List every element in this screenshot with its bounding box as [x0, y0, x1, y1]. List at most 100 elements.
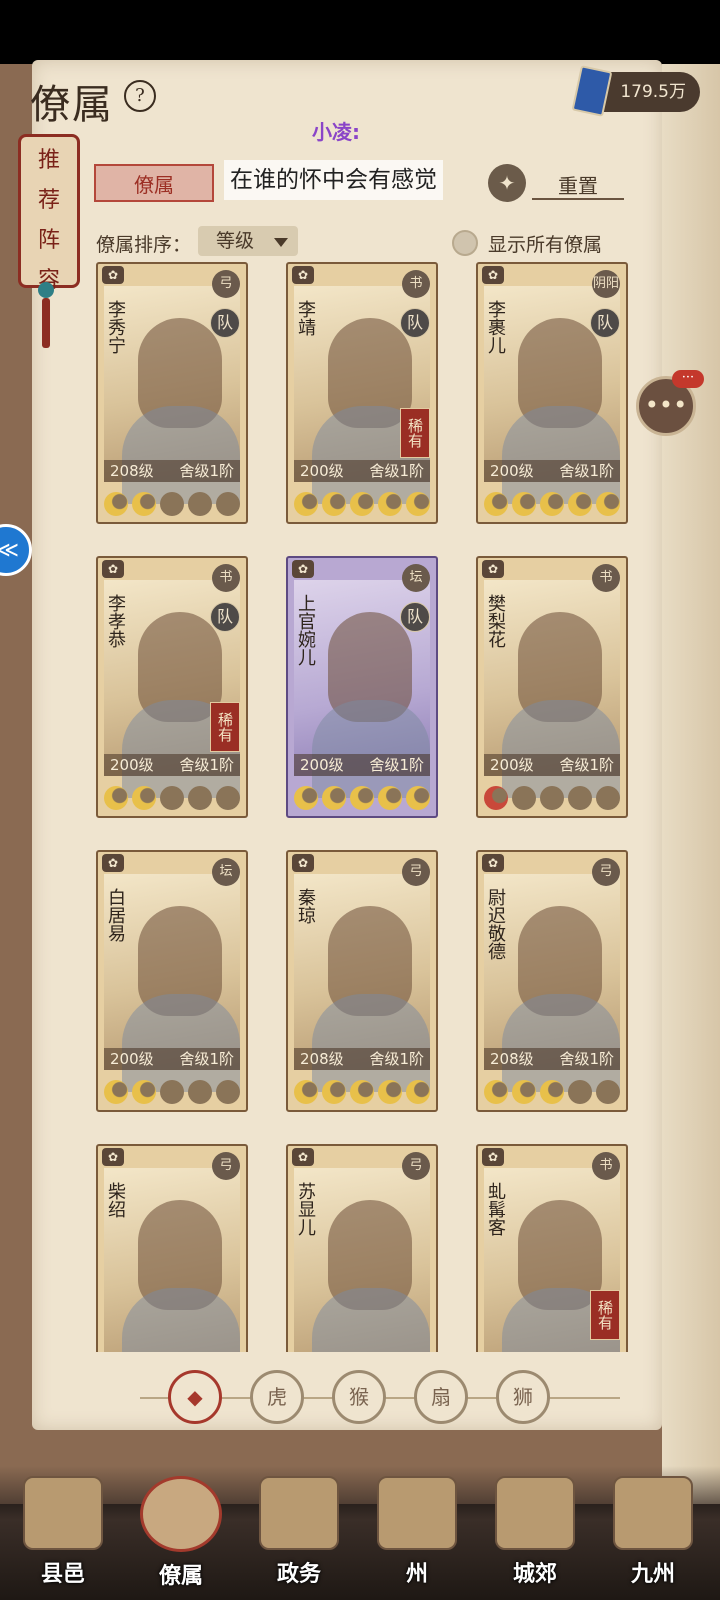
moon-icon [484, 492, 508, 516]
filter-button[interactable]: 虎 [250, 1370, 304, 1424]
retainer-grid: ✿ 弓队李秀宁 208级 舍级1阶 ✿ 书队李靖 稀有 200级 舍级1阶 ✿ 阴阳队李裹儿 200级… [96, 262, 636, 1352]
moon-icon [294, 1080, 318, 1104]
reset-icon[interactable]: ✦ [488, 164, 526, 202]
tribe-icon: ✿ [102, 560, 124, 578]
class-icon: 书 [592, 1152, 620, 1180]
retainer-name: 上官婉儿 [295, 594, 316, 666]
nav-item[interactable]: 县邑 [8, 1476, 118, 1596]
moon-icon [378, 786, 402, 810]
side-tag-char: 推 [37, 148, 60, 173]
nav-icon [377, 1476, 457, 1550]
retainer-card[interactable]: ✿ 弓柴绍 [96, 1144, 248, 1352]
class-icon: 书 [402, 270, 430, 298]
retainer-card[interactable]: ✿ 坛白居易 200级 舍级1阶 [96, 850, 248, 1112]
sort-value: 等级 [216, 230, 255, 252]
level-bar: 208级 舍级1阶 [484, 1048, 620, 1070]
moon-icon [378, 492, 402, 516]
tribe-icon: ✿ [292, 854, 314, 872]
moon-icon [512, 492, 536, 516]
tab-retainers[interactable]: 僚属 [94, 164, 214, 202]
recommended-lineup-tag[interactable]: 推 荐 阵 容 [18, 134, 80, 293]
nav-item[interactable]: 城郊 [480, 1476, 590, 1596]
nav-icon [23, 1476, 103, 1550]
retainer-name: 李秀宁 [105, 300, 126, 354]
nav-icon [259, 1476, 339, 1550]
level-bar: 208级 舍级1阶 [104, 460, 240, 482]
class-icon: 弓 [402, 858, 430, 886]
subtitle-banner: 在谁的怀中会有感觉 [224, 160, 443, 200]
portrait-body [502, 406, 620, 504]
show-all-toggle[interactable] [452, 230, 478, 256]
moon-icon [596, 1080, 620, 1104]
moon-icon [350, 492, 374, 516]
filter-button[interactable]: 狮 [496, 1370, 550, 1424]
nav-item[interactable]: 九州 [598, 1476, 708, 1596]
retainer-card[interactable]: ✿ 弓队 李秀宁 208级 舍级1阶 [96, 262, 248, 524]
house-level: 舍级1阶 [179, 756, 234, 774]
help-icon[interactable]: ? [124, 80, 156, 112]
star-row [294, 492, 430, 518]
retainer-card[interactable]: ✿ 弓秦琼 208级 舍级1阶 [286, 850, 438, 1112]
filter-button[interactable]: 扇 [414, 1370, 468, 1424]
retainer-name: 李靖 [295, 300, 316, 336]
retainer-card[interactable]: ✿ 坛队 上官婉儿 200级 舍级1阶 [286, 556, 438, 818]
portrait-body [122, 994, 240, 1092]
retainer-name: 柴绍 [105, 1182, 126, 1218]
moon-icon [160, 786, 184, 810]
retainer-name: 秦琼 [295, 888, 316, 924]
retainer-card[interactable]: ✿ 书樊梨花 200级 舍级1阶 [476, 556, 628, 818]
tribe-icon: ✿ [482, 854, 504, 872]
retainer-card[interactable]: ✿ 阴阳队 李裹儿 200级 舍级1阶 [476, 262, 628, 524]
retainer-name: 苏显儿 [295, 1182, 316, 1236]
retainer-level: 200级 [490, 756, 534, 774]
house-level: 舍级1阶 [559, 1050, 614, 1068]
moon-icon [568, 1080, 592, 1104]
tribe-icon: ✿ [292, 560, 314, 578]
tribe-icon: ✿ [102, 1148, 124, 1166]
retainer-card[interactable]: ✿ 弓尉迟敬德 208级 舍级1阶 [476, 850, 628, 1112]
retainer-card[interactable]: ✿ 书队 李孝恭 稀有 200级 舍级1阶 [96, 556, 248, 818]
class-icon: 书 [592, 564, 620, 592]
retainer-name: 白居易 [105, 888, 126, 942]
house-level: 舍级1阶 [369, 756, 424, 774]
tribe-icon: ✿ [292, 266, 314, 284]
retainer-name: 尉迟敬德 [485, 888, 506, 960]
moon-icon [104, 1080, 128, 1104]
moon-icon [294, 492, 318, 516]
retainer-level: 200级 [110, 756, 154, 774]
moon-icon [350, 786, 374, 810]
class-icon: 书 [212, 564, 240, 592]
chat-badge: ··· [672, 370, 704, 388]
page-title: 僚属 [30, 82, 114, 128]
class-icon: 坛 [402, 564, 430, 592]
nav-icon [140, 1476, 222, 1552]
retainer-card[interactable]: ✿ 书虬髯客 稀有 [476, 1144, 628, 1352]
class-icon: 坛 [212, 858, 240, 886]
moon-icon [512, 786, 536, 810]
sort-select[interactable]: 等级 [198, 226, 298, 256]
moon-icon [132, 492, 156, 516]
rare-badge: 稀有 [210, 702, 240, 752]
retainer-card[interactable]: ✿ 弓苏显儿 [286, 1144, 438, 1352]
nav-label: 九州 [630, 1561, 675, 1587]
nav-item[interactable]: 州 [362, 1476, 472, 1596]
star-row [104, 786, 240, 812]
currency-counter[interactable]: 179.5万 [571, 65, 700, 117]
house-level: 舍级1阶 [369, 1050, 424, 1068]
retainer-level: 208级 [300, 1050, 344, 1068]
side-tag-char: 阵 [37, 228, 60, 253]
nav-item[interactable]: 僚属 [126, 1476, 236, 1596]
filter-button[interactable]: 猴 [332, 1370, 386, 1424]
filter-button[interactable]: ◆ [168, 1370, 222, 1424]
moon-icon [484, 1080, 508, 1104]
level-bar: 200级 舍级1阶 [104, 1048, 240, 1070]
moon-icon [406, 1080, 430, 1104]
nav-item[interactable]: 政务 [244, 1476, 354, 1596]
retainer-level: 208级 [490, 1050, 534, 1068]
star-row [294, 1080, 430, 1106]
retainer-level: 200级 [490, 462, 534, 480]
moon-icon [188, 786, 212, 810]
reset-button[interactable]: 重置 [532, 170, 624, 200]
retainer-card[interactable]: ✿ 书队 李靖 稀有 200级 舍级1阶 [286, 262, 438, 524]
moon-icon [104, 492, 128, 516]
